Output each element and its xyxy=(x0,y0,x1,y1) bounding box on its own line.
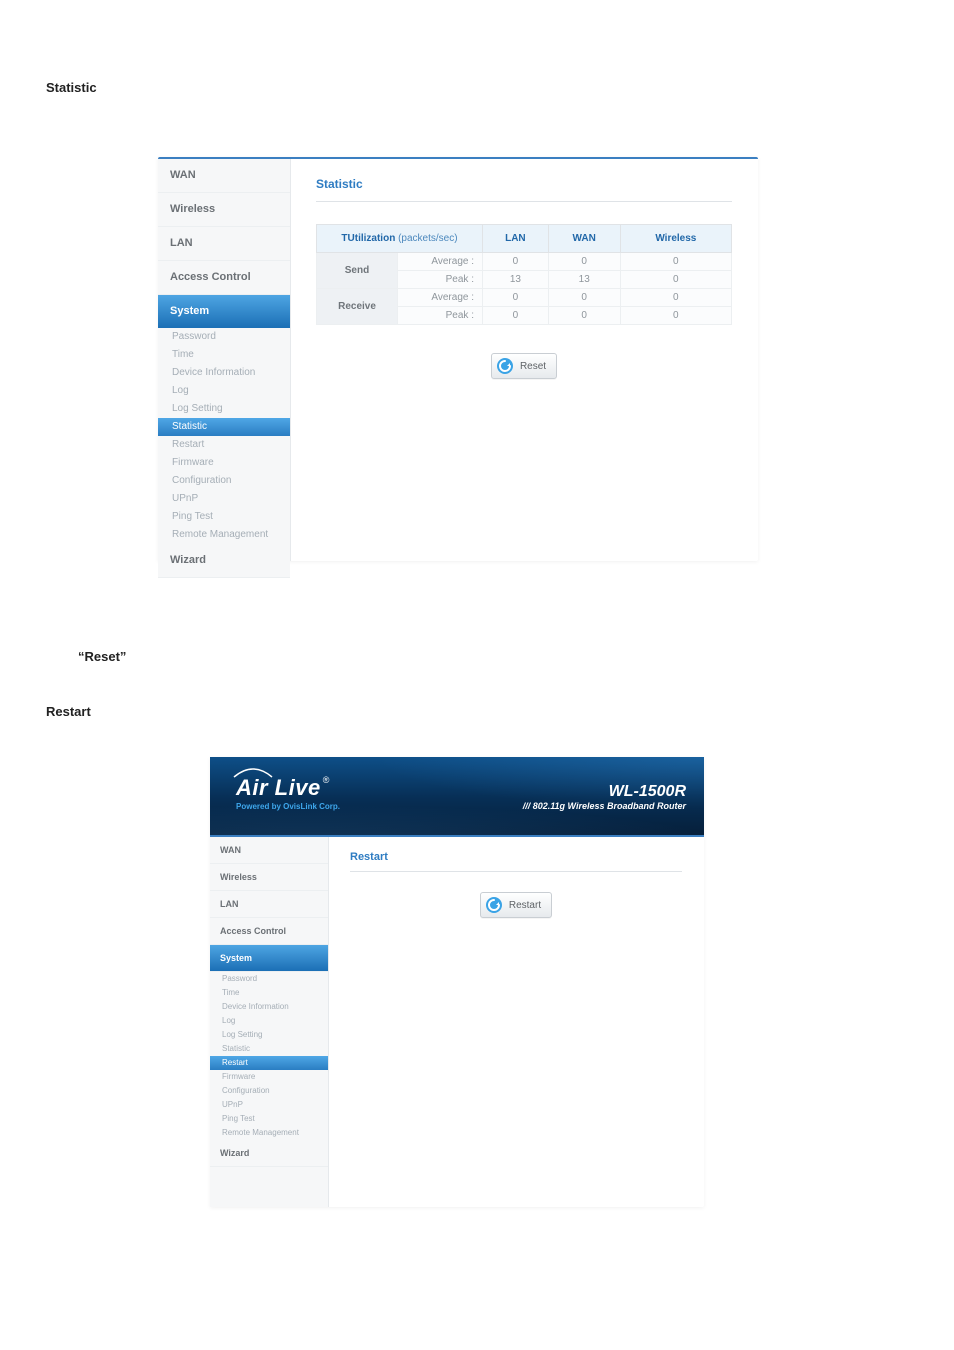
reset-button-label: Reset xyxy=(520,361,546,372)
sidebar-sub-password[interactable]: Password xyxy=(158,328,290,346)
cell-send-peak-wan: 13 xyxy=(548,271,620,289)
heading-restart: Restart xyxy=(46,704,954,719)
col-utilization: TUtilization (packets/sec) xyxy=(317,225,483,253)
col-wireless: Wireless xyxy=(620,225,731,253)
sidebar-sub-log[interactable]: Log xyxy=(158,382,290,400)
sidebar-sub-restart[interactable]: Restart xyxy=(210,1056,328,1070)
cell-receive-peak-label: Peak : xyxy=(398,307,483,325)
sidebar-item-lan[interactable]: LAN xyxy=(158,227,290,261)
sidebar-sub-time[interactable]: Time xyxy=(158,346,290,364)
cell-receive-peak-wan: 0 xyxy=(548,307,620,325)
sidebar-item-wizard[interactable]: Wizard xyxy=(158,544,290,578)
sidebar: WAN Wireless LAN Access Control System P… xyxy=(158,159,291,561)
cell-send-peak-label: Peak : xyxy=(398,271,483,289)
restart-button-label: Restart xyxy=(509,900,541,911)
sidebar-item-system[interactable]: System xyxy=(210,945,328,972)
sidebar-sub-ping-test[interactable]: Ping Test xyxy=(210,1112,328,1126)
refresh-icon xyxy=(496,357,514,375)
model-block: WL-1500R /// 802.11g Wireless Broadband … xyxy=(523,783,686,811)
cell-receive-peak-wireless: 0 xyxy=(620,307,731,325)
cell-send-average-lan: 0 xyxy=(483,253,549,271)
cell-receive-average-wan: 0 xyxy=(548,289,620,307)
cell-send-average-wan: 0 xyxy=(548,253,620,271)
sidebar-item-wireless[interactable]: Wireless xyxy=(210,864,328,891)
sidebar-sub-ping-test[interactable]: Ping Test xyxy=(158,508,290,526)
col-wan: WAN xyxy=(548,225,620,253)
row-receive: Receive xyxy=(317,289,398,325)
cell-send-average-label: Average : xyxy=(398,253,483,271)
cell-receive-average-wireless: 0 xyxy=(620,289,731,307)
sidebar-item-access-control[interactable]: Access Control xyxy=(210,918,328,945)
sidebar-sub-restart[interactable]: Restart xyxy=(158,436,290,454)
sidebar-item-wan[interactable]: WAN xyxy=(210,837,328,864)
sidebar-sub-firmware[interactable]: Firmware xyxy=(210,1070,328,1084)
cell-receive-average-label: Average : xyxy=(398,289,483,307)
model-name: WL-1500R xyxy=(523,783,686,801)
sidebar: WAN Wireless LAN Access Control System P… xyxy=(210,835,329,1207)
sidebar-item-wizard[interactable]: Wizard xyxy=(210,1140,328,1167)
cell-send-average-wireless: 0 xyxy=(620,253,731,271)
brand-reg: ® xyxy=(323,775,330,785)
panel-statistic: WAN Wireless LAN Access Control System P… xyxy=(158,157,758,561)
sidebar-sub-firmware[interactable]: Firmware xyxy=(158,454,290,472)
col-utilization-label: TUtilization xyxy=(341,233,395,244)
sidebar-item-wan[interactable]: WAN xyxy=(158,159,290,193)
sidebar-sub-statistic[interactable]: Statistic xyxy=(210,1042,328,1056)
sidebar-sub-remote-management[interactable]: Remote Management xyxy=(210,1126,328,1140)
model-tagline: /// 802.11g Wireless Broadband Router xyxy=(523,801,686,811)
heading-statistic: Statistic xyxy=(46,80,954,95)
sidebar-item-wireless[interactable]: Wireless xyxy=(158,193,290,227)
sidebar-sub-upnp[interactable]: UPnP xyxy=(210,1098,328,1112)
sidebar-sub-log-setting[interactable]: Log Setting xyxy=(158,400,290,418)
page-title: Statistic xyxy=(316,177,732,202)
row-send: Send xyxy=(317,253,398,289)
sidebar-sub-device-information[interactable]: Device Information xyxy=(158,364,290,382)
col-utilization-unit: (packets/sec) xyxy=(398,233,457,244)
sidebar-item-lan[interactable]: LAN xyxy=(210,891,328,918)
col-lan: LAN xyxy=(483,225,549,253)
cell-receive-peak-lan: 0 xyxy=(483,307,549,325)
sidebar-sub-configuration[interactable]: Configuration xyxy=(210,1084,328,1098)
sidebar-sub-configuration[interactable]: Configuration xyxy=(158,472,290,490)
panel-restart: Air Live® Powered by OvisLink Corp. WL-1… xyxy=(210,757,704,1207)
sidebar-sub-upnp[interactable]: UPnP xyxy=(158,490,290,508)
brand-logo: Air Live® Powered by OvisLink Corp. xyxy=(236,775,340,811)
sidebar-sub-remote-management[interactable]: Remote Management xyxy=(158,526,290,544)
logo-arc-icon xyxy=(232,765,274,779)
sidebar-sub-statistic[interactable]: Statistic xyxy=(158,418,290,436)
sidebar-sub-time[interactable]: Time xyxy=(210,986,328,1000)
statistic-table: TUtilization (packets/sec) LAN WAN Wirel… xyxy=(316,224,732,325)
sidebar-sub-device-information[interactable]: Device Information xyxy=(210,1000,328,1014)
cell-send-peak-wireless: 0 xyxy=(620,271,731,289)
heading-reset: “Reset” xyxy=(78,649,954,664)
app-header: Air Live® Powered by OvisLink Corp. WL-1… xyxy=(210,757,704,835)
restart-button[interactable]: Restart xyxy=(480,892,552,918)
refresh-icon xyxy=(485,896,503,914)
sidebar-item-access-control[interactable]: Access Control xyxy=(158,261,290,295)
sidebar-sub-log[interactable]: Log xyxy=(210,1014,328,1028)
cell-send-peak-lan: 13 xyxy=(483,271,549,289)
brand-subtext: Powered by OvisLink Corp. xyxy=(236,802,340,811)
sidebar-item-system[interactable]: System xyxy=(158,295,290,328)
cell-receive-average-lan: 0 xyxy=(483,289,549,307)
reset-button[interactable]: Reset xyxy=(491,353,557,379)
page-title: Restart xyxy=(350,851,682,872)
sidebar-sub-log-setting[interactable]: Log Setting xyxy=(210,1028,328,1042)
sidebar-sub-password[interactable]: Password xyxy=(210,972,328,986)
